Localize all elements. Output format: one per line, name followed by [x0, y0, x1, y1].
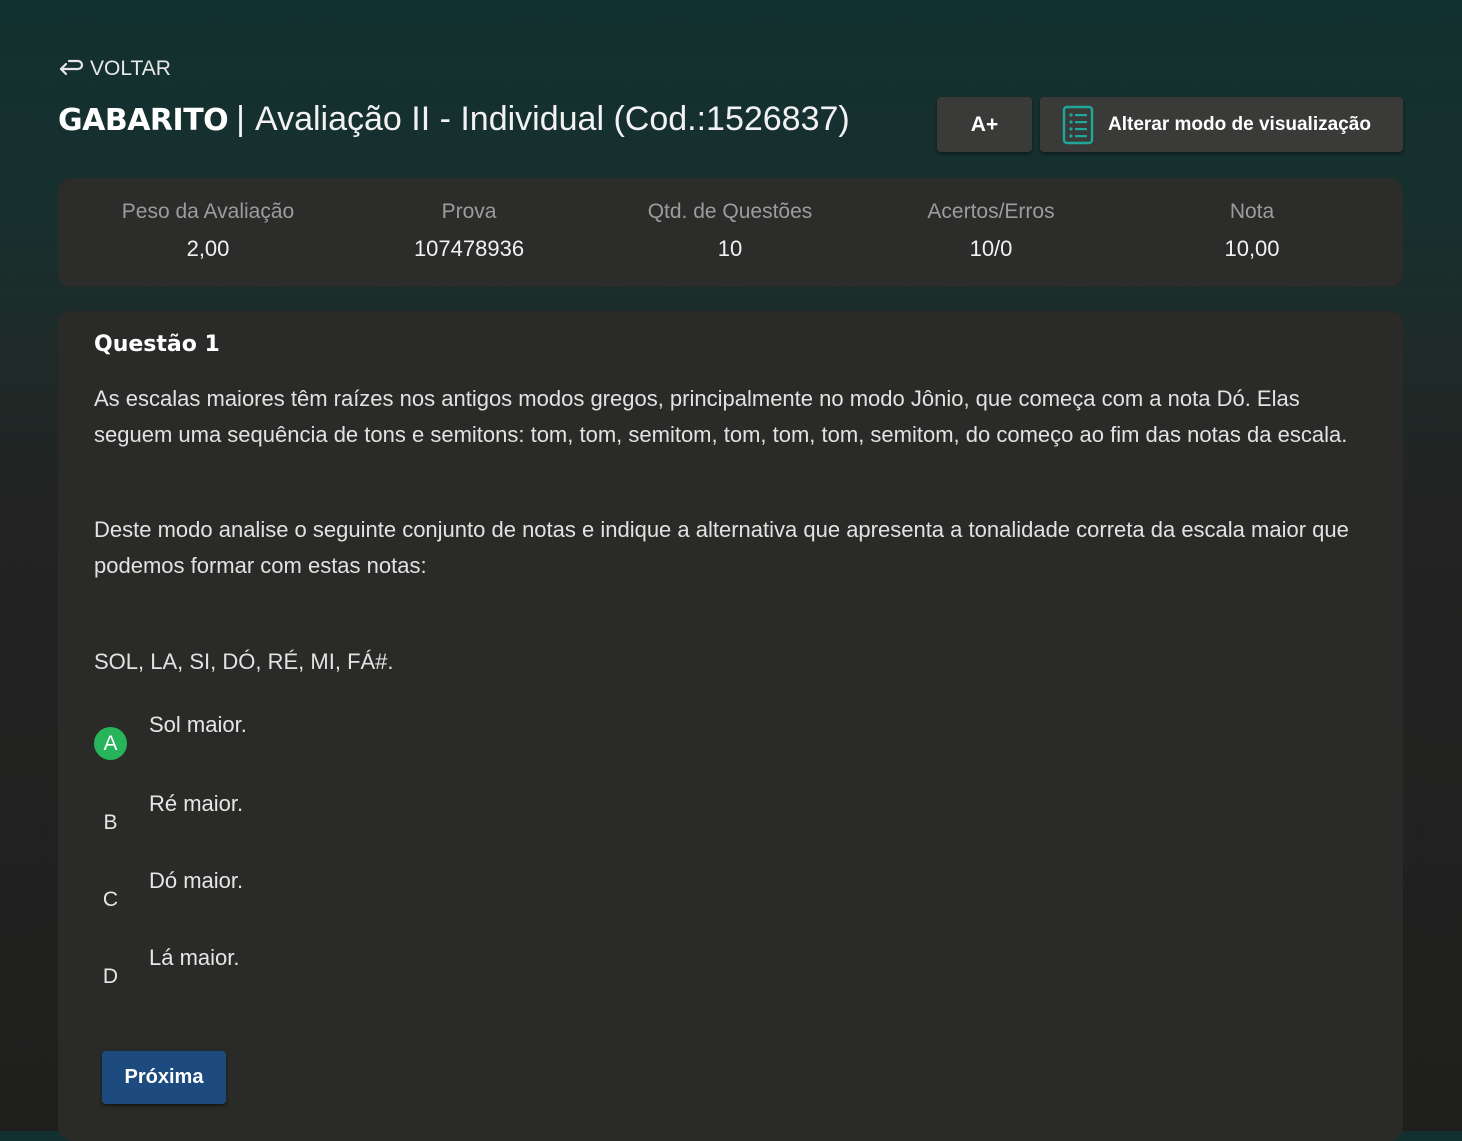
option-a[interactable]: A Sol maior.	[94, 712, 694, 765]
page-title: GABARITO | Avaliação II - Individual (Co…	[58, 100, 850, 139]
stat-value: 10	[717, 236, 743, 261]
option-letter: C	[102, 887, 119, 911]
stat-value: 10,00	[1224, 236, 1280, 261]
question-notes: SOL, LA, SI, DÓ, RÉ, MI, FÁ#.	[94, 649, 394, 674]
stat-label: Prova	[441, 200, 497, 223]
back-label: VOLTAR	[90, 57, 171, 80]
option-text: Ré maior.	[149, 791, 244, 816]
question-paragraph: As escalas maiores têm raízes nos antigo…	[94, 386, 1348, 447]
list-document-icon	[1062, 105, 1094, 145]
option-c[interactable]: C Dó maior.	[94, 868, 694, 921]
stat-exam: Prova 107478936	[339, 200, 599, 262]
stat-label: Peso da Avaliação	[121, 200, 295, 223]
option-b[interactable]: B Ré maior.	[94, 791, 694, 844]
stat-grade: Nota 10,00	[1122, 200, 1382, 262]
option-letter-correct-badge: A	[94, 727, 127, 760]
question-title: Questão 1	[94, 332, 220, 357]
stat-hits-misses: Acertos/Erros 10/0	[861, 200, 1121, 262]
assessment-summary: Peso da Avaliação 2,00 Prova 107478936 Q…	[58, 178, 1403, 287]
back-link[interactable]: VOLTAR	[58, 57, 171, 81]
option-d[interactable]: D Lá maior.	[94, 945, 694, 998]
option-text: Sol maior.	[149, 712, 247, 737]
increase-font-button[interactable]: A+	[937, 97, 1032, 152]
return-arrow-icon	[58, 58, 86, 80]
stat-value: 107478936	[413, 236, 525, 261]
page-title-strong: GABARITO	[58, 103, 229, 138]
option-letter: D	[102, 964, 119, 988]
stat-value: 10/0	[969, 236, 1013, 261]
page-title-assessment: Avaliação II - Individual (Cod.:1526837)	[255, 100, 850, 138]
question-paragraph: Deste modo analise o seguinte conjunto d…	[94, 517, 1349, 578]
next-button[interactable]: Próxima	[102, 1051, 226, 1104]
change-view-mode-label: Alterar modo de visualização	[1108, 113, 1371, 135]
increase-font-label: A+	[970, 112, 999, 136]
question-card: Questão 1 As escalas maiores têm raízes …	[58, 311, 1403, 1141]
stat-weight: Peso da Avaliação 2,00	[78, 200, 338, 262]
stat-label: Qtd. de Questões	[647, 200, 813, 223]
option-letter: B	[103, 810, 118, 834]
stat-label: Nota	[1229, 200, 1275, 223]
option-text: Dó maior.	[149, 868, 244, 893]
next-button-label: Próxima	[124, 1066, 204, 1088]
option-text: Lá maior.	[149, 945, 240, 970]
stat-label: Acertos/Erros	[927, 200, 1055, 223]
title-separator: |	[236, 100, 245, 138]
change-view-mode-button[interactable]: Alterar modo de visualização	[1040, 97, 1403, 152]
stat-value: 2,00	[186, 236, 230, 261]
stat-question-count: Qtd. de Questões 10	[600, 200, 860, 262]
